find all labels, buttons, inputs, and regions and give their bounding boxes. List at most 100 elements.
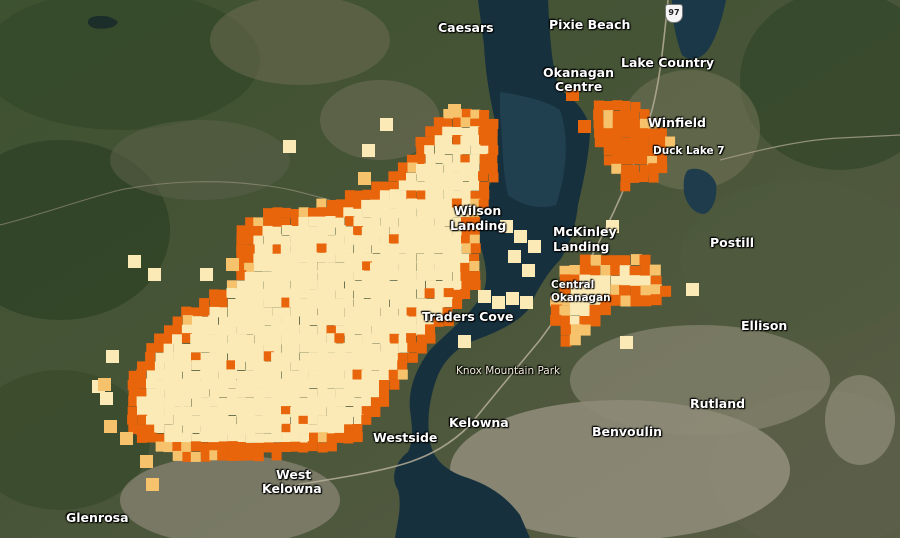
main-fire-cell: [352, 432, 363, 443]
main-fire-cell: [343, 433, 354, 444]
main-fire-cell: [478, 126, 489, 137]
satellite-map[interactable]: Caesars Pixie Beach 97 Okanagan Centre L…: [0, 0, 900, 538]
main-fire-cell: [208, 315, 219, 326]
main-fire-cell: [307, 414, 318, 425]
main-fire-cell: [406, 289, 417, 299]
main-fire-cell: [226, 378, 237, 389]
spot-fire-cell: [478, 290, 491, 303]
main-fire-cell: [416, 225, 427, 236]
main-fire-cell: [235, 397, 246, 408]
main-fire-cell: [299, 252, 310, 263]
main-fire-cell: [308, 315, 319, 326]
main-fire-cell: [479, 189, 490, 200]
main-fire-cell: [443, 163, 454, 174]
main-fire-cell: [461, 190, 472, 201]
central-fire-cell: [619, 265, 631, 277]
winfield-fire-cell: [629, 172, 640, 183]
main-fire-cell: [434, 180, 444, 190]
winfield-fire-cell: [593, 109, 604, 120]
main-fire-cell: [397, 190, 408, 201]
main-fire-cell: [425, 136, 436, 147]
main-fire-cell: [218, 441, 229, 452]
main-fire-cell: [199, 306, 210, 317]
main-fire-cell: [127, 414, 138, 425]
main-fire-cell: [460, 144, 471, 155]
winfield-fire-cell: [638, 128, 649, 139]
main-fire-cell: [244, 253, 255, 264]
main-fire-cell: [325, 225, 336, 236]
main-fire-cell: [470, 271, 481, 282]
winfield-fire-cell: [648, 163, 659, 174]
main-fire-cell: [181, 361, 192, 372]
main-fire-cell: [469, 234, 480, 245]
main-fire-cell: [362, 387, 372, 398]
central-fire-cell: [610, 264, 622, 276]
main-fire-cell: [398, 180, 409, 191]
main-fire-cell: [217, 334, 228, 345]
central-fire-cell: [640, 295, 652, 307]
main-fire-cell: [280, 244, 291, 255]
main-fire-cell: [289, 315, 299, 326]
main-fire-cell: [371, 243, 382, 254]
main-fire-cell: [371, 351, 382, 362]
main-fire-cell: [361, 414, 372, 425]
main-fire-cell: [370, 307, 381, 318]
winfield-fire-cell: [638, 172, 649, 182]
label-mckinley-landing-line1: McKinley: [553, 224, 617, 239]
main-fire-cell: [397, 369, 408, 380]
winfield-fire-cell: [603, 145, 614, 156]
main-fire-cell: [424, 145, 435, 156]
main-fire-cell: [442, 252, 453, 263]
main-fire-cell: [281, 442, 292, 452]
main-fire-cell: [379, 262, 390, 273]
main-fire-cell: [271, 280, 282, 291]
main-fire-cell: [154, 423, 165, 433]
main-fire-cell: [262, 387, 273, 398]
main-fire-cell: [271, 432, 282, 443]
label-okanagan-centre-line2: Centre: [555, 79, 603, 94]
main-fire-cell: [343, 271, 354, 282]
main-fire-cell: [460, 117, 471, 128]
main-fire-cell: [397, 171, 407, 182]
main-fire-cell: [199, 397, 210, 408]
main-fire-cell: [379, 396, 390, 407]
main-fire-cell: [245, 244, 256, 255]
main-fire-cell: [415, 181, 426, 192]
main-fire-cell: [290, 360, 301, 371]
spot-fire-cell: [686, 283, 699, 296]
spot-fire-cell: [226, 258, 239, 271]
label-knox-mountain-park: Knox Mountain Park: [456, 365, 561, 377]
main-fire-cell: [244, 334, 255, 345]
label-wilson-landing-line1: Wilson: [454, 203, 502, 218]
label-west-kelowna-line2: Kelowna: [262, 481, 322, 496]
main-fire-cell: [317, 415, 328, 426]
main-fire-cell: [281, 253, 291, 263]
main-fire-cell: [460, 289, 471, 299]
main-fire-cell: [370, 216, 381, 227]
spot-fire-cell: [100, 392, 113, 405]
map-canvas[interactable]: [0, 0, 900, 538]
main-fire-cell: [487, 126, 498, 137]
main-fire-cell: [163, 414, 174, 425]
main-fire-cell: [407, 198, 417, 209]
main-fire-cell: [388, 234, 399, 245]
main-fire-cell: [280, 397, 291, 408]
central-fire-cell: [609, 294, 621, 306]
main-fire-cell: [263, 378, 274, 389]
main-fire-cell: [254, 288, 265, 299]
main-fire-cell: [209, 387, 220, 398]
central-fire-cell: [620, 295, 632, 307]
main-fire-cell: [208, 432, 219, 443]
main-fire-cell: [389, 379, 400, 390]
winfield-fire-cell: [612, 145, 623, 156]
main-fire-cell: [389, 253, 399, 264]
winfield-fire-cell: [620, 100, 631, 111]
central-fire-cell: [570, 304, 582, 316]
main-fire-cell: [388, 369, 399, 380]
main-fire-cell: [163, 442, 174, 453]
central-fire-cell: [579, 324, 591, 336]
spot-fire-cell: [148, 268, 161, 281]
central-fire-cell: [550, 314, 562, 326]
central-fire-cell: [579, 305, 591, 317]
main-fire-cell: [388, 307, 399, 317]
